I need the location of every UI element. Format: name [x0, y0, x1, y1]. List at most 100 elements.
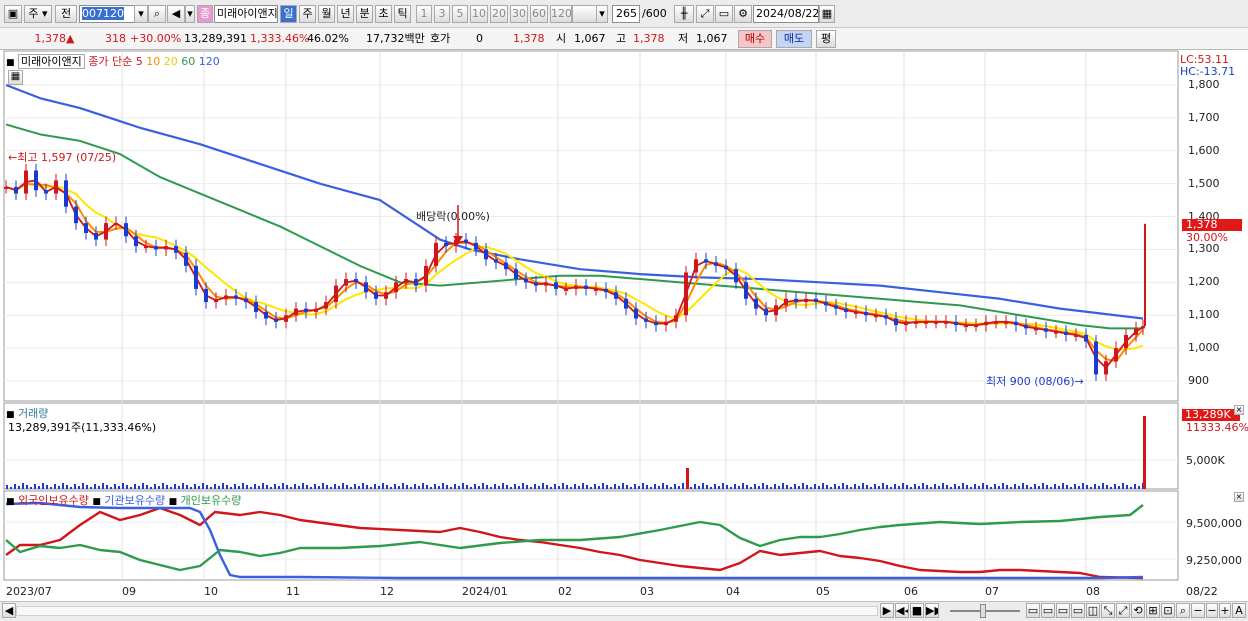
candle-body-62	[624, 298, 628, 309]
volume-bar	[710, 487, 712, 489]
layout-icon-2[interactable]: ▭	[1041, 603, 1055, 618]
layout-icon-3[interactable]: ▭	[1056, 603, 1070, 618]
volume-bar	[82, 483, 84, 489]
candle-body-19	[194, 265, 198, 289]
candle-body-47	[474, 242, 478, 250]
quote-high: 1,378	[633, 32, 665, 45]
volume-bar	[218, 486, 220, 489]
zoom-minus-icon[interactable]: −	[1206, 603, 1218, 618]
side-select[interactable]: 전	[55, 5, 77, 23]
period-button-4[interactable]: 분	[356, 5, 373, 23]
zoom-in-icon[interactable]: +	[1219, 603, 1231, 618]
save-icon[interactable]: ▭	[715, 5, 733, 23]
interval-button-1[interactable]: 3	[434, 5, 450, 23]
period-button-1[interactable]: 주	[299, 5, 316, 23]
candle-body-80	[804, 298, 808, 303]
volume-bar	[366, 485, 368, 489]
price-tick-9: 900	[1188, 374, 1209, 387]
volume-bar	[534, 484, 536, 489]
volume-bar	[78, 486, 80, 489]
search-icon[interactable]: ⌕	[148, 5, 166, 23]
settings-gear-icon[interactable]: ⚙	[734, 5, 752, 23]
legend-individual[interactable]: 개인보유수량	[181, 494, 242, 507]
scroll-left-icon[interactable]: ◀	[2, 603, 16, 618]
candle-body-32	[324, 302, 328, 309]
stop-icon[interactable]: ■	[910, 603, 924, 618]
volume-bar	[150, 487, 152, 489]
grid-table-icon[interactable]: ▦	[8, 70, 23, 85]
tool-icon-3[interactable]: ⤢	[1116, 603, 1130, 618]
interval-button-6[interactable]: 60	[530, 5, 548, 23]
stock-code-input[interactable]: 007120	[79, 5, 135, 23]
volume-bar	[698, 486, 700, 489]
candle-body-16	[164, 246, 168, 250]
tool-icon-6[interactable]: ⊡	[1161, 603, 1175, 618]
quote-change: 318	[105, 32, 126, 45]
window-menu-icon[interactable]: ▣	[4, 5, 22, 23]
volume-bar	[582, 483, 584, 489]
volume-panel	[3, 402, 1179, 490]
sell-button[interactable]: 매도	[776, 30, 812, 48]
volume-bar	[18, 486, 20, 489]
candle-body-51	[514, 269, 518, 280]
zoom-out-icon[interactable]: −	[1191, 603, 1205, 618]
calendar-icon[interactable]: ▦	[819, 5, 835, 23]
holdings-close-icon[interactable]: ×	[1234, 492, 1244, 502]
quote-low: 1,067	[696, 32, 728, 45]
volume-bar	[574, 484, 576, 489]
search-zoom-icon[interactable]: ⌕	[1176, 603, 1190, 618]
volume-bar	[390, 487, 392, 489]
count-input[interactable]: 265	[612, 5, 640, 23]
interval-dropdown-icon[interactable]: ▾	[596, 5, 608, 23]
market-select[interactable]: 주 ▾	[24, 5, 52, 23]
code-dropdown-icon[interactable]: ▾	[134, 5, 148, 23]
font-size-icon[interactable]: A	[1232, 603, 1246, 618]
period-button-3[interactable]: 년	[337, 5, 354, 23]
period-button-2[interactable]: 월	[318, 5, 335, 23]
tool-icon-5[interactable]: ⊞	[1146, 603, 1160, 618]
period-button-6[interactable]: 틱	[394, 5, 411, 23]
volume-bar	[662, 483, 664, 489]
interval-button-5[interactable]: 30	[510, 5, 528, 23]
volume-bar	[978, 486, 980, 489]
volume-bar	[678, 486, 680, 489]
tool-icon-4[interactable]: ⟲	[1131, 603, 1145, 618]
candle-type-icon[interactable]: ╫	[674, 5, 694, 23]
legend-stock-name[interactable]: 미래아이앤지	[18, 54, 85, 69]
interval-button-7[interactable]: 120	[550, 5, 572, 23]
eval-button[interactable]: 평	[816, 30, 836, 48]
volume-bar	[898, 486, 900, 489]
buy-button[interactable]: 매수	[738, 30, 772, 48]
draw-tool-icon[interactable]: ⤢	[696, 5, 714, 23]
interval-button-4[interactable]: 20	[490, 5, 508, 23]
date-input[interactable]: 2024/08/22	[753, 5, 819, 23]
interval-button-2[interactable]: 5	[452, 5, 468, 23]
speaker-dropdown-icon[interactable]: ▾	[185, 5, 195, 23]
volume-close-icon[interactable]: ×	[1234, 405, 1244, 415]
period-button-5[interactable]: 초	[375, 5, 392, 23]
chart-svg[interactable]	[0, 50, 1248, 602]
interval-button-0[interactable]: 1	[416, 5, 432, 23]
interval-button-3[interactable]: 10	[470, 5, 488, 23]
candle-body-20	[204, 288, 208, 303]
candle-body-66	[664, 321, 668, 326]
legend-foreign[interactable]: 외국인보유수량	[18, 494, 89, 507]
tool-icon-1[interactable]: ◫	[1086, 603, 1100, 618]
tool-icon-2[interactable]: ⤡	[1101, 603, 1115, 618]
scrollbar-track[interactable]	[16, 606, 878, 616]
volume-bar	[586, 485, 588, 489]
volume-bar	[626, 485, 628, 489]
legend-institution[interactable]: 기관보유수량	[104, 494, 165, 507]
rewind-icon[interactable]: ◀◀	[895, 603, 909, 618]
volume-bar	[758, 486, 760, 489]
zoom-slider-handle[interactable]	[980, 604, 986, 618]
volume-bar	[142, 483, 144, 489]
layout-icon-4[interactable]: ▭	[1071, 603, 1085, 618]
forward-icon[interactable]: ▶▶	[925, 603, 939, 618]
layout-icon-1[interactable]: ▭	[1026, 603, 1040, 618]
period-button-0[interactable]: 일	[280, 5, 297, 23]
scroll-right-icon[interactable]: ▶	[880, 603, 894, 618]
candle-body-92	[924, 321, 928, 324]
speaker-icon[interactable]: ◀	[167, 5, 185, 23]
volume-bar	[982, 483, 984, 489]
